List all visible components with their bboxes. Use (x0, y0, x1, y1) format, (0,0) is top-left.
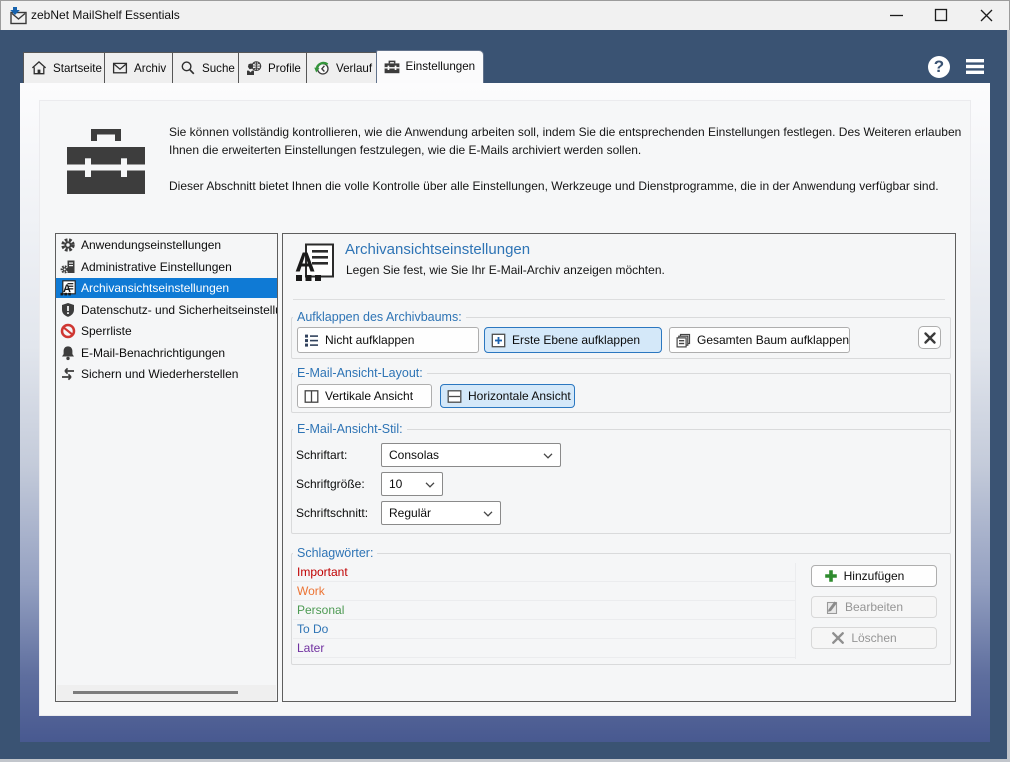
svg-text:A: A (295, 247, 315, 278)
